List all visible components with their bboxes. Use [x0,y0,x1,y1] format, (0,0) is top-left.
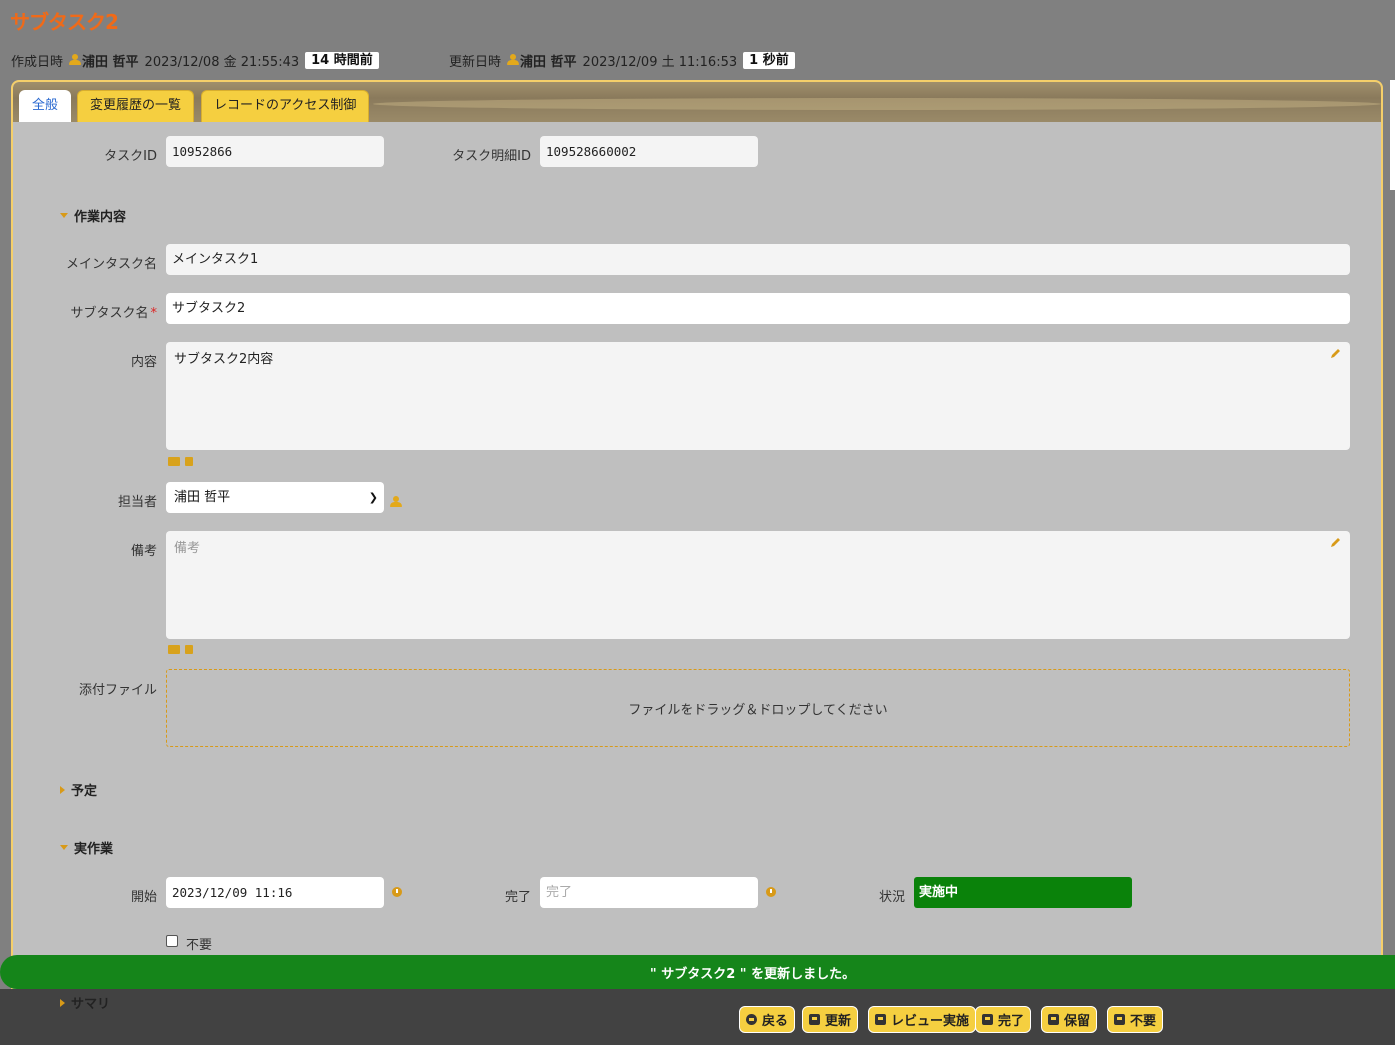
assignee-value: 浦田 哲平 [174,490,231,505]
assignee-label: 担当者 [117,495,157,510]
image-icon[interactable] [168,457,180,466]
created-datetime: 2023/12/08 金 21:55:43 [144,54,300,70]
save-icon [982,1014,993,1025]
attachment-icon[interactable] [185,457,193,466]
created-user[interactable]: 浦田 哲平 [69,51,139,70]
attachment-icon[interactable] [185,645,193,654]
start-field[interactable]: 2023/12/09 11:16 [166,877,384,908]
status-label: 状況 [878,890,905,905]
content-tools [168,457,193,466]
pencil-icon[interactable] [1330,347,1342,359]
status-field[interactable]: 実施中 [914,877,1132,908]
main-task-label: メインタスク名 [65,257,157,272]
section-summary-toggle[interactable]: サマリ [60,993,110,1012]
created-label: 作成日時 [11,54,64,70]
complete-button[interactable]: 完了 [975,1006,1032,1033]
sub-task-label: サブタスク名 * [17,302,157,321]
save-icon [1048,1014,1059,1025]
section-summary-label: サマリ [71,997,111,1012]
content-textarea[interactable]: サブタスク2内容 [166,342,1350,450]
save-icon [809,1014,820,1025]
updated-user[interactable]: 浦田 哲平 [507,51,577,70]
back-icon [746,1014,757,1025]
user-icon [507,53,520,66]
pencil-icon[interactable] [1330,536,1342,548]
updated-datetime: 2023/12/09 土 11:16:53 [582,54,738,70]
content-label: 内容 [130,355,157,370]
user-icon [69,53,82,66]
section-actual-toggle[interactable]: 実作業 [60,838,113,857]
updated-meta: 更新日時 浦田 哲平 2023/12/09 土 11:16:53 1 秒前 [449,51,795,70]
section-work-label: 作業内容 [74,210,127,225]
review-button-label: レビュー実施 [891,1014,970,1029]
task-detail-id-field[interactable]: 109528660002 [540,136,758,167]
end-field[interactable]: 完了 [540,877,758,908]
caret-right-icon [60,785,65,794]
main-panel: 全般 変更履歴の一覧 レコードのアクセス制御 タスクID 10952866 タス… [11,80,1383,1010]
save-icon [1114,1014,1125,1025]
updated-user-name: 浦田 哲平 [520,54,577,70]
complete-button-label: 完了 [998,1014,1025,1029]
created-user-name: 浦田 哲平 [82,54,139,70]
update-button[interactable]: 更新 [802,1006,859,1033]
unneeded-label: 不要 [186,938,213,953]
hold-button[interactable]: 保留 [1041,1006,1098,1033]
attachment-label: 添付ファイル [78,683,157,698]
tab-general[interactable]: 全般 [19,90,72,122]
caret-down-icon [60,845,68,850]
task-id-field[interactable]: 10952866 [166,136,384,167]
unneeded-button[interactable]: 不要 [1107,1006,1164,1033]
section-work-toggle[interactable]: 作業内容 [60,206,126,225]
caret-down-icon [60,213,68,218]
success-toast: " サブタスク2 " を更新しました。 [0,955,1395,989]
updated-label: 更新日時 [449,54,502,70]
main-task-field[interactable]: メインタスク1 [166,244,1350,275]
back-button-label: 戻る [762,1014,789,1029]
updated-ago-badge: 1 秒前 [743,51,795,69]
section-plan-label: 予定 [71,784,98,799]
tab-history[interactable]: 変更履歴の一覧 [77,90,195,122]
tab-access-control[interactable]: レコードのアクセス制御 [201,90,370,122]
unneeded-button-label: 不要 [1130,1014,1157,1029]
sub-task-label-text: サブタスク名 [70,306,149,321]
user-picker-icon[interactable] [390,496,402,508]
bottom-action-bar: サマリ 戻る 更新 レビュー実施 完了 保留 不要 [0,989,1395,1045]
task-id-label: タスクID [104,149,157,164]
notes-label: 備考 [130,544,157,559]
side-panel-edge [1390,80,1395,190]
review-button[interactable]: レビュー実施 [868,1006,977,1033]
assignee-select[interactable]: 浦田 哲平 ❯ [166,482,384,513]
section-actual-label: 実作業 [74,842,114,857]
notes-placeholder: 備考 [174,541,201,556]
page-title: サブタスク2 [10,10,119,34]
task-detail-id-label: タスク明細ID [452,149,531,164]
unneeded-checkbox[interactable] [166,935,178,947]
created-ago-badge: 14 時間前 [305,51,379,69]
back-button[interactable]: 戻る [739,1006,796,1033]
end-label: 完了 [504,890,531,905]
content-value: サブタスク2内容 [174,352,274,367]
notes-textarea[interactable]: 備考 [166,531,1350,639]
save-icon [875,1014,886,1025]
notes-tools [168,645,193,654]
section-plan-toggle[interactable]: 予定 [60,780,97,799]
start-label: 開始 [130,890,157,905]
caret-right-icon [60,998,65,1007]
update-button-label: 更新 [825,1014,852,1029]
sub-task-field[interactable]: サブタスク2 [166,293,1350,324]
required-mark: * [150,306,158,321]
created-meta: 作成日時 浦田 哲平 2023/12/08 金 21:55:43 14 時間前 [11,51,379,70]
chevron-down-icon: ❯ [368,491,378,504]
file-dropzone[interactable]: ファイルをドラッグ＆ドロップしてください [166,669,1350,747]
hold-button-label: 保留 [1064,1014,1091,1029]
image-icon[interactable] [168,645,180,654]
